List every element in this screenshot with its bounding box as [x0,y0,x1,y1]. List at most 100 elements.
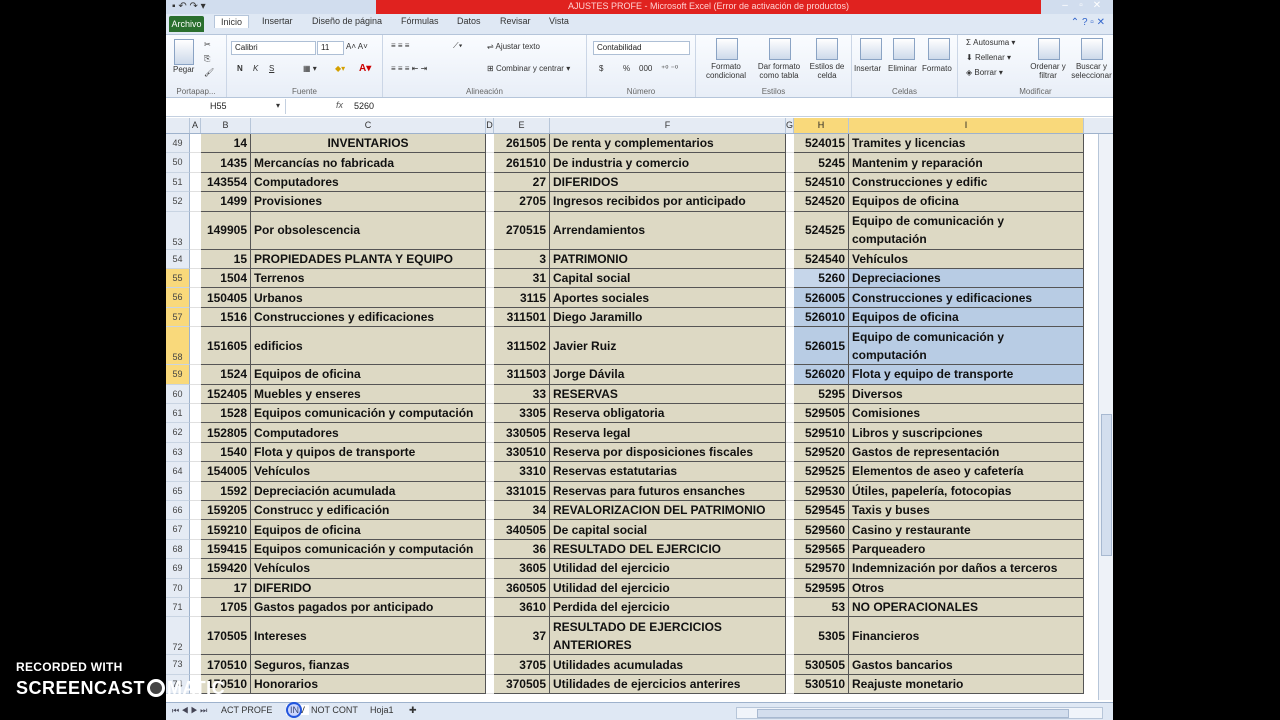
tab-inicio[interactable]: Inicio [214,15,250,28]
empty-cell[interactable] [486,423,494,443]
empty-cell[interactable] [190,617,201,656]
empty-cell[interactable] [786,655,794,675]
select-all-corner[interactable] [166,118,190,133]
cell-c[interactable]: Flota y quipos de transporte [251,442,486,463]
quick-access-toolbar[interactable]: ▪ ↶ ↷ ▾ [172,1,206,12]
cell-i[interactable]: Otros [849,578,1084,598]
cell-b[interactable]: 1499 [201,192,251,212]
cell-f[interactable]: Reservas estatutarias [550,462,786,482]
cell-f[interactable]: DIFERIDOS [550,172,786,193]
cell-b[interactable]: 1435 [201,153,251,173]
cell-i[interactable]: Taxis y buses [849,501,1084,521]
empty-cell[interactable] [786,481,794,501]
cell-b[interactable]: 15 [201,249,251,269]
merge-center-button[interactable]: ⊞ Combinar y centrar ▾ [487,64,570,73]
cell-f[interactable]: Jorge Dávila [550,365,786,385]
cell-e[interactable]: 36 [494,539,550,560]
row-header[interactable]: 58 [166,327,190,366]
cell-h[interactable]: 526015 [794,327,849,366]
empty-cell[interactable] [786,172,794,193]
cell-c[interactable]: INVENTARIOS [251,134,486,154]
cell-f[interactable]: Arrendamientos [550,211,786,250]
cell-i[interactable]: Diversos [849,384,1084,404]
cell-c[interactable]: Equipos de oficina [251,365,486,385]
row-header[interactable]: 70 [166,578,190,598]
column-header-c[interactable]: C [251,118,486,133]
sheet-tab-not-cont[interactable]: NOT CONT [311,705,358,715]
help-icon[interactable]: ⌃ ? ▫ ✕ [1071,17,1105,28]
empty-cell[interactable] [786,211,794,250]
empty-cell[interactable] [190,365,201,385]
cell-c[interactable]: Computadores [251,423,486,443]
cell-f[interactable]: Reserva obligatoria [550,404,786,424]
horizontal-scrollbar[interactable] [736,707,1103,719]
cell-c[interactable]: Construcciones y edificaciones [251,307,486,328]
cell-b[interactable]: 159415 [201,539,251,560]
align-top-icon[interactable]: ≡ ≡ ≡ [391,41,409,50]
cell-i[interactable]: Vehículos [849,249,1084,269]
empty-cell[interactable] [786,423,794,443]
sheet-tab-hoja1[interactable]: Hoja1 [370,705,394,715]
format-painter-icon[interactable]: 🖌 [204,68,214,77]
cell-f[interactable]: Utilidad del ejercicio [550,578,786,598]
column-header-d[interactable]: D [486,118,494,133]
cell-i[interactable]: NO OPERACIONALES [849,598,1084,618]
window-controls[interactable]: – ▫ ✕ [1057,0,1105,11]
empty-cell[interactable] [786,539,794,560]
empty-cell[interactable] [190,211,201,250]
row-header[interactable]: 64 [166,462,190,482]
empty-cell[interactable] [786,269,794,289]
cell-b[interactable]: 154005 [201,462,251,482]
cell-e[interactable]: 311502 [494,327,550,366]
cell-b[interactable]: 1592 [201,481,251,501]
cell-c[interactable]: Urbanos [251,288,486,308]
empty-cell[interactable] [190,307,201,328]
empty-cell[interactable] [486,481,494,501]
empty-cell[interactable] [486,501,494,521]
currency-button[interactable]: $ [599,64,603,73]
cell-f[interactable]: De capital social [550,520,786,540]
conditional-format-icon[interactable] [716,38,738,60]
tab-insertar[interactable]: Insertar [262,16,293,26]
align-left-icon[interactable]: ≡ ≡ ≡ ⇤ ⇥ [391,64,427,73]
empty-cell[interactable] [486,211,494,250]
cell-e[interactable]: 270515 [494,211,550,250]
cell-b[interactable]: 143554 [201,172,251,193]
delete-cells-button[interactable]: Eliminar [888,64,917,73]
empty-cell[interactable] [190,598,201,618]
cell-e[interactable]: 2705 [494,192,550,212]
cell-f[interactable]: RESULTADO DE EJERCICIOS ANTERIORES [550,617,786,656]
row-header[interactable]: 49 [166,134,190,154]
cell-e[interactable]: 261505 [494,134,550,154]
cell-i[interactable]: Construcciones y edific [849,172,1084,193]
empty-cell[interactable] [486,288,494,308]
empty-cell[interactable] [190,539,201,560]
tab-datos[interactable]: Datos [457,16,481,26]
cell-h[interactable]: 53 [794,598,849,618]
insert-cells-button[interactable]: Insertar [854,64,881,73]
percent-button[interactable]: % [623,64,630,73]
empty-cell[interactable] [486,134,494,154]
empty-cell[interactable] [190,501,201,521]
cell-c[interactable]: Construcc y edificación [251,501,486,521]
orientation-icon[interactable]: ⟋▾ [453,41,463,51]
empty-cell[interactable] [190,481,201,501]
empty-cell[interactable] [786,559,794,579]
cell-e[interactable]: 331015 [494,481,550,501]
cell-h[interactable]: 526020 [794,365,849,385]
row-header[interactable]: 51 [166,172,190,193]
cell-c[interactable]: Provisiones [251,192,486,212]
cell-h[interactable]: 524510 [794,172,849,193]
new-sheet-icon[interactable]: ✚ [409,705,417,716]
cell-h[interactable]: 524015 [794,134,849,154]
empty-cell[interactable] [786,327,794,366]
delete-cells-icon[interactable] [893,38,915,60]
name-box-dropdown-icon[interactable]: ▾ [276,101,280,110]
empty-cell[interactable] [190,442,201,463]
column-header-h[interactable]: H [794,118,849,133]
sheet-nav-icon[interactable]: ⏮ ◀ ▶ ⏭ [172,706,207,716]
thousands-button[interactable]: 000 [639,64,652,73]
cell-b[interactable]: 159420 [201,559,251,579]
cell-c[interactable]: DIFERIDO [251,578,486,598]
empty-cell[interactable] [786,134,794,154]
